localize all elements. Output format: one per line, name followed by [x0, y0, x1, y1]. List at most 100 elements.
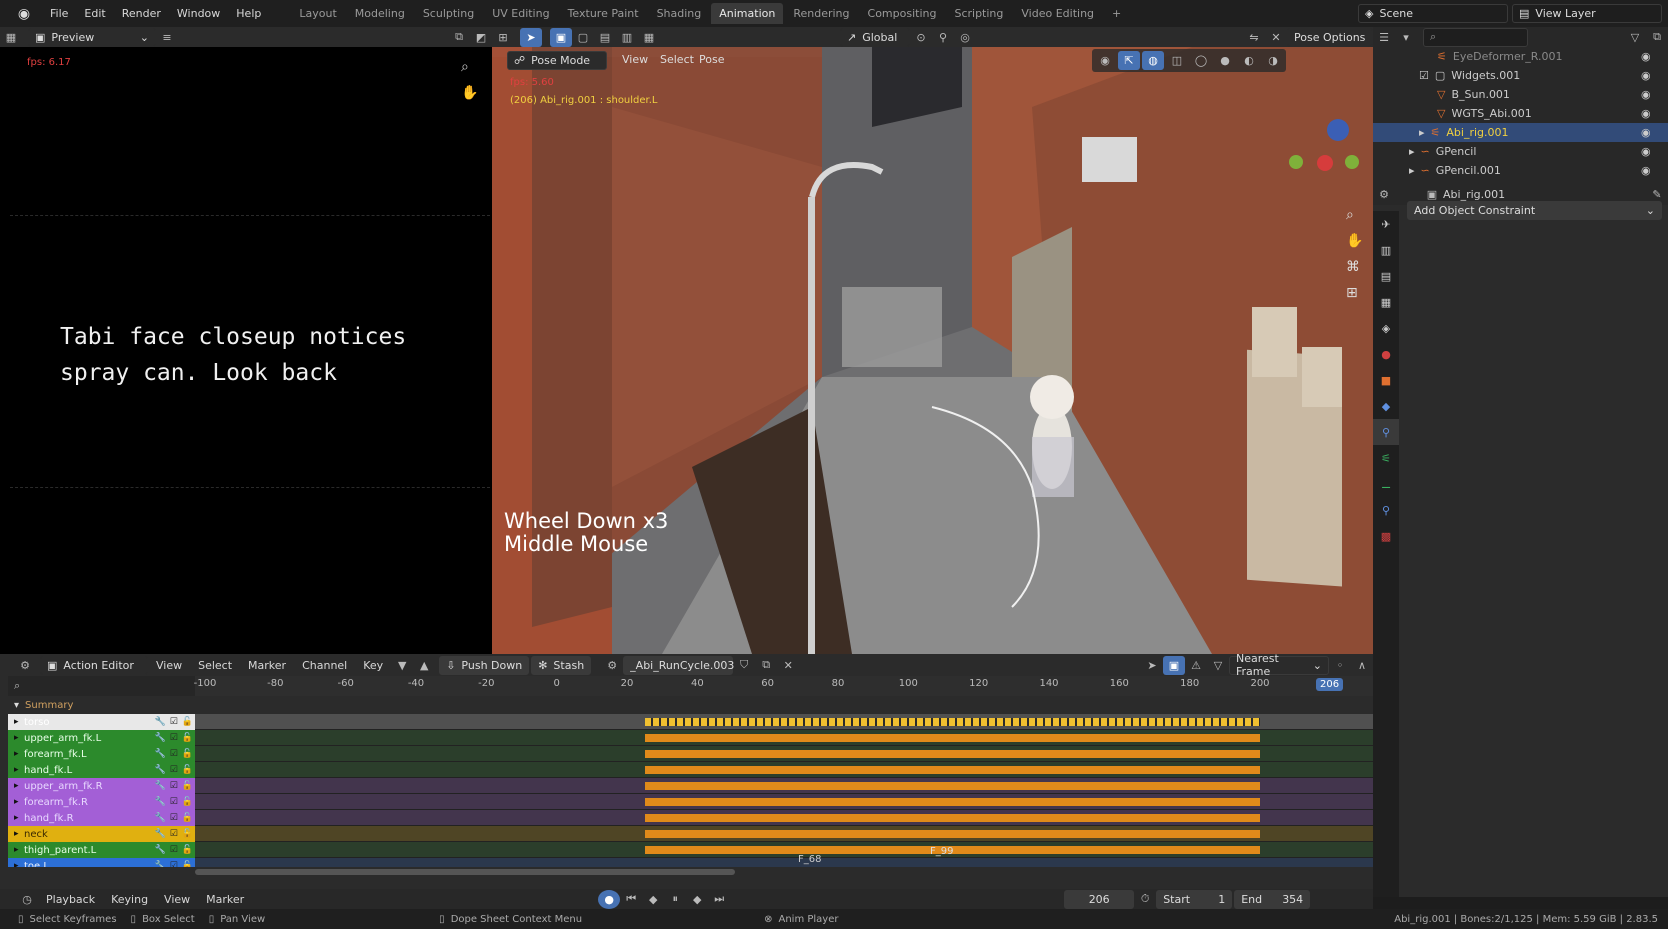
- tl-menu-marker[interactable]: Marker: [198, 893, 252, 906]
- checkbox-icon[interactable]: ☑: [170, 749, 178, 759]
- expand-arrow-icon[interactable]: ▸: [14, 861, 24, 867]
- wrench-icon[interactable]: 🔧: [154, 717, 165, 727]
- zoom-icon[interactable]: ⌕: [1346, 207, 1354, 223]
- viewport-menu-select[interactable]: Select: [660, 53, 694, 66]
- only-selected-icon[interactable]: ➤: [1141, 656, 1163, 675]
- tab-video-editing[interactable]: Video Editing: [1013, 3, 1102, 24]
- expand-arrow-icon[interactable]: ▸: [14, 813, 24, 823]
- filter-icon[interactable]: ▽: [1207, 656, 1229, 675]
- ds-menu-select[interactable]: Select: [190, 659, 240, 672]
- eye-icon[interactable]: ◉: [1641, 47, 1651, 66]
- tab-texture-paint[interactable]: Texture Paint: [560, 3, 647, 24]
- expand-arrow-icon[interactable]: ▸: [14, 765, 24, 775]
- show-hidden-icon[interactable]: ▣: [1163, 655, 1185, 675]
- select-box-icon[interactable]: ▣: [550, 27, 572, 47]
- xray-icon[interactable]: ◫: [1166, 51, 1188, 70]
- frame-ruler[interactable]: -100 -80 -60 -40 -20 0 20 40 60 80 100 120 140 160 180…: [194, 676, 1373, 696]
- add-object-constraint-dropdown[interactable]: Add Object Constraint ⌄: [1407, 201, 1662, 220]
- tab-modeling[interactable]: Modeling: [347, 3, 413, 24]
- channel-toe-l[interactable]: ▸ toe.L 🔧 ☑ 🔓: [8, 858, 195, 867]
- tab-shading[interactable]: Shading: [649, 3, 710, 24]
- pivot-icon[interactable]: ⊙: [910, 28, 932, 47]
- output-tab-icon[interactable]: ▤: [1373, 263, 1399, 289]
- channel-thigh-parent-l[interactable]: ▸ thigh_parent.L 🔧 ☑ 🔓: [8, 842, 195, 858]
- mirror-icon[interactable]: ⇋: [1243, 28, 1265, 47]
- view-layer-tab-icon[interactable]: ▦: [1373, 289, 1399, 315]
- tab-uv-editing[interactable]: UV Editing: [484, 3, 557, 24]
- blender-logo-icon[interactable]: ◉: [12, 2, 36, 26]
- expand-arrow-icon[interactable]: ▸: [14, 749, 24, 759]
- menu-file[interactable]: File: [42, 7, 76, 20]
- record-icon[interactable]: ●: [598, 889, 621, 909]
- grid-icon[interactable]: ⊞: [1346, 285, 1358, 301]
- checkbox-icon[interactable]: ☑: [1419, 69, 1429, 82]
- display-mode-icon[interactable]: ⧉: [448, 28, 470, 47]
- expand-arrow-icon[interactable]: ▸: [14, 845, 24, 855]
- lock-icon[interactable]: 🔓: [182, 781, 193, 791]
- wireframe-shading-icon[interactable]: ◯: [1190, 51, 1212, 70]
- viewport-menu-pose[interactable]: Pose: [699, 53, 724, 66]
- lock-icon[interactable]: 🔓: [182, 797, 193, 807]
- checkbox-icon[interactable]: ☑: [170, 829, 178, 839]
- outliner-item[interactable]: ⚟ EyeDeformer_R.001: [1373, 47, 1668, 66]
- ds-menu-key[interactable]: Key: [355, 659, 391, 672]
- end-frame-field[interactable]: End 354: [1234, 889, 1311, 909]
- wrench-icon[interactable]: 🔧: [154, 797, 165, 807]
- outliner-item[interactable]: ▽ B_Sun.001: [1373, 85, 1668, 104]
- keyframe-type-icon[interactable]: ▲: [413, 656, 435, 675]
- jump-start-icon[interactable]: ⏮: [620, 890, 642, 909]
- current-frame-field[interactable]: 206: [1064, 889, 1135, 909]
- select-extend-icon[interactable]: ▢: [572, 28, 594, 47]
- data-tab-icon[interactable]: ⚟: [1373, 445, 1399, 471]
- checkbox-icon[interactable]: ☑: [170, 845, 178, 855]
- snap-icon[interactable]: ⚲: [932, 28, 954, 47]
- summary-track[interactable]: [195, 697, 1373, 714]
- expand-arrow-icon[interactable]: ▸: [1419, 126, 1425, 139]
- ds-menu-view[interactable]: View: [148, 659, 190, 672]
- curve-icon[interactable]: ∧: [1351, 656, 1373, 675]
- wrench-icon[interactable]: 🔧: [154, 829, 165, 839]
- pose-mode-dropdown[interactable]: ☍ Pose Mode: [507, 51, 607, 70]
- tl-menu-playback[interactable]: Playback: [38, 893, 103, 906]
- outliner-search[interactable]: ⌕: [1423, 27, 1528, 47]
- solid-shading-icon[interactable]: ●: [1214, 51, 1236, 70]
- checkbox-icon[interactable]: ☑: [170, 797, 178, 807]
- outliner-item[interactable]: ▸ ∽ GPencil: [1373, 142, 1668, 161]
- push-down-button[interactable]: ⇩ Push Down: [439, 655, 530, 675]
- tab-rendering[interactable]: Rendering: [785, 3, 857, 24]
- bone-constraint-tab-icon[interactable]: ⚲: [1373, 497, 1399, 523]
- stash-button[interactable]: ✻ Stash: [531, 655, 592, 675]
- modifier-tab-icon[interactable]: ◆: [1373, 393, 1399, 419]
- duplicate-action-icon[interactable]: ⧉: [755, 656, 777, 675]
- outliner-item-selected[interactable]: ▸ ⚟ Abi_rig.001: [1373, 123, 1668, 142]
- lock-icon[interactable]: 🔓: [182, 733, 193, 743]
- material-shading-icon[interactable]: ◐: [1238, 51, 1260, 70]
- channel-hand-fk-l[interactable]: ▸ hand_fk.L 🔧 ☑ 🔓: [8, 762, 195, 778]
- outliner-item[interactable]: ▸ ∽ GPencil.001: [1373, 161, 1668, 180]
- bone-tab-icon[interactable]: ⚊: [1373, 471, 1399, 497]
- gizmo-icon[interactable]: ⇱: [1118, 51, 1140, 70]
- summary-channel[interactable]: ▾ Summary: [8, 697, 195, 714]
- wrench-icon[interactable]: 🔧: [154, 749, 165, 759]
- expand-arrow-icon[interactable]: ▸: [1409, 164, 1415, 177]
- nav-gizmo-y-neg-icon[interactable]: [1289, 155, 1303, 169]
- wrench-icon[interactable]: 🔧: [154, 733, 165, 743]
- 3d-viewport[interactable]: ☍ Pose Mode View Select Pose fps: 5.60 (…: [492, 47, 1373, 654]
- tl-menu-keying[interactable]: Keying: [103, 893, 156, 906]
- editor-type-icon[interactable]: ⊞: [492, 28, 514, 47]
- scene-tab-icon[interactable]: ◈: [1373, 315, 1399, 341]
- jump-keyframe-forward-icon[interactable]: ◆: [686, 890, 708, 909]
- channel-upper-arm-fk-r[interactable]: ▸ upper_arm_fk.R 🔧 ☑ 🔓: [8, 778, 195, 794]
- tab-sculpting[interactable]: Sculpting: [415, 3, 482, 24]
- eye-icon[interactable]: ◉: [1641, 85, 1651, 104]
- search-icon[interactable]: ⌕: [14, 679, 20, 693]
- scene-selector[interactable]: ◈ Scene: [1358, 4, 1508, 23]
- overlay-icon[interactable]: ◍: [1142, 51, 1164, 70]
- display-mode-icon[interactable]: ▾: [1395, 28, 1417, 47]
- pause-icon[interactable]: ⏸: [664, 890, 686, 909]
- tab-compositing[interactable]: Compositing: [860, 3, 945, 24]
- checkbox-icon[interactable]: ☑: [170, 717, 178, 727]
- wrench-icon[interactable]: 🔧: [154, 781, 165, 791]
- menu-render[interactable]: Render: [114, 7, 169, 20]
- wrench-icon[interactable]: 🔧: [154, 845, 165, 855]
